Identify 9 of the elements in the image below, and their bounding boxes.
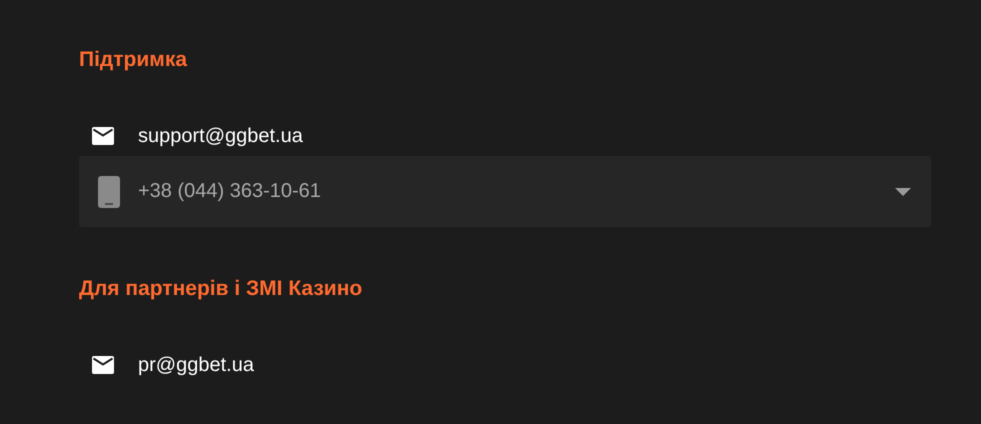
section-heading: Підтримка xyxy=(79,47,188,73)
envelope-icon xyxy=(92,356,114,374)
caret-icon xyxy=(895,188,911,196)
envelope-icon xyxy=(92,127,114,145)
phone-dropdown[interactable]: +38 (044) 363-10-61 xyxy=(79,156,931,227)
phone-icon xyxy=(98,176,120,208)
section-heading: Для партнерів і ЗМІ Казино xyxy=(79,276,362,302)
email-link[interactable]: pr@ggbet.ua xyxy=(138,354,254,376)
email-link[interactable]: support@ggbet.ua xyxy=(138,124,303,148)
